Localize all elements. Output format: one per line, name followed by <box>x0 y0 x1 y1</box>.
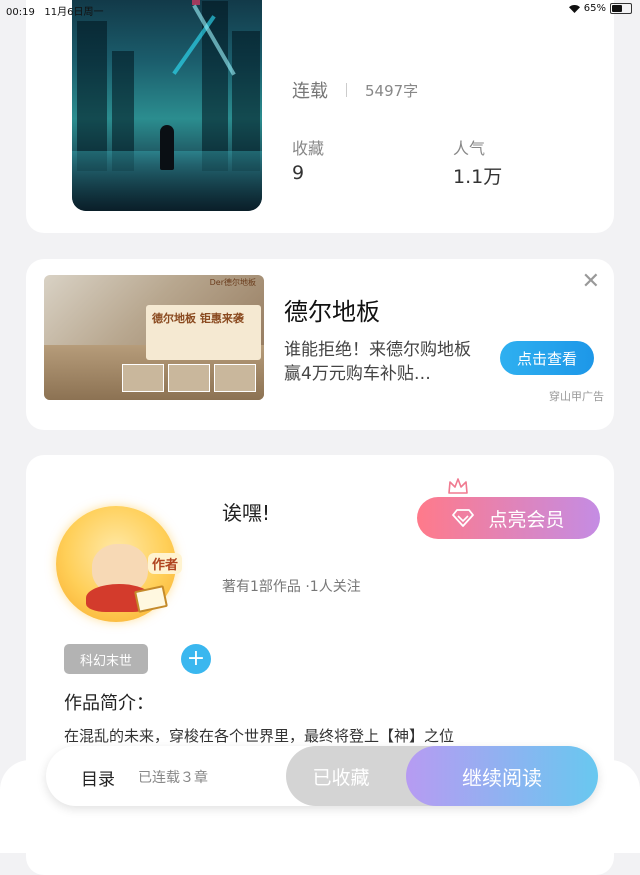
ad-source: 穿山甲广告 <box>549 390 604 403</box>
intro-text: 在混乱的未来，穿梭在各个世界里，最终将登上【神】之位 <box>64 727 455 745</box>
crown-icon <box>448 478 468 494</box>
favorites-label: 收藏 <box>292 139 325 158</box>
ad-thumb <box>168 364 210 392</box>
ad-image[interactable]: Der德尔地板 德尔地板 钜惠来袭 <box>44 275 264 400</box>
book-info-card: 连载 5497字 收藏 9 人气 1.1万 <box>26 0 614 233</box>
ad-description: 谁能拒绝！来德尔购地板赢4万元购车补贴… <box>284 340 471 384</box>
ad-image-banner: 德尔地板 钜惠来袭 <box>146 305 261 360</box>
battery-fill <box>612 5 623 12</box>
ad-thumb <box>214 364 256 392</box>
chapter-count: 已连载３章 <box>138 770 208 786</box>
favorites-value: 9 <box>292 162 305 184</box>
ad-view-button[interactable]: 点击查看 <box>500 341 594 375</box>
author-avatar[interactable]: 作者 <box>52 498 186 626</box>
genre-tag[interactable]: 科幻末世 <box>64 644 148 674</box>
avatar-book <box>134 585 168 613</box>
wifi-icon <box>568 4 580 13</box>
toc-button[interactable]: 目录 <box>81 765 115 790</box>
vip-button[interactable]: 点亮会员 <box>417 497 600 539</box>
ad-title: 德尔地板 <box>284 298 380 326</box>
cover-building <box>232 31 260 171</box>
status-left: 00:19 11月6日周一 <box>6 3 103 18</box>
ad-thumb <box>122 364 164 392</box>
popularity-value: 1.1万 <box>453 166 503 188</box>
author-name[interactable]: 诶嘿! <box>222 497 270 526</box>
battery-percent: 65% <box>583 3 606 14</box>
status-time: 00:19 <box>6 7 35 18</box>
divider <box>346 83 347 97</box>
cover-building <box>77 21 107 171</box>
vip-button-label: 点亮会员 <box>488 508 565 531</box>
ad-image-banner-title: 德尔地板 钜惠来袭 <box>152 312 244 325</box>
ad-image-brand: Der德尔地板 <box>209 278 256 287</box>
book-meta: 连载 5497字 <box>292 77 418 103</box>
ad-card[interactable]: Der德尔地板 德尔地板 钜惠来袭 德尔地板 谁能拒绝！来德尔购地板赢4万元购车… <box>26 259 614 430</box>
popularity-label: 人气 <box>453 139 486 158</box>
favorited-label: 已收藏 <box>312 766 370 789</box>
status-date: 11月6日周一 <box>44 7 104 18</box>
serial-status: 连载 <box>292 81 328 102</box>
diamond-icon <box>452 509 475 527</box>
add-tag-button[interactable]: + <box>181 644 211 674</box>
cover-figure <box>160 125 174 170</box>
ad-image-thumbnails <box>122 364 256 392</box>
continue-reading-button[interactable]: 继续阅读 <box>406 746 598 806</box>
battery-icon <box>610 3 632 14</box>
close-icon[interactable]: ✕ <box>582 271 600 293</box>
author-badge: 作者 <box>148 553 183 574</box>
status-right: 65% <box>568 3 632 14</box>
word-count: 5497字 <box>365 81 419 100</box>
intro-title: 作品简介： <box>64 693 154 714</box>
status-bar: 00:19 11月6日周一 65% <box>0 0 640 18</box>
bottom-action-bar: 目录 已连载３章 已收藏 继续阅读 <box>46 746 598 806</box>
book-cover-image[interactable] <box>72 0 262 211</box>
author-stats: 著有1部作品 ·1人关注 <box>222 579 361 595</box>
